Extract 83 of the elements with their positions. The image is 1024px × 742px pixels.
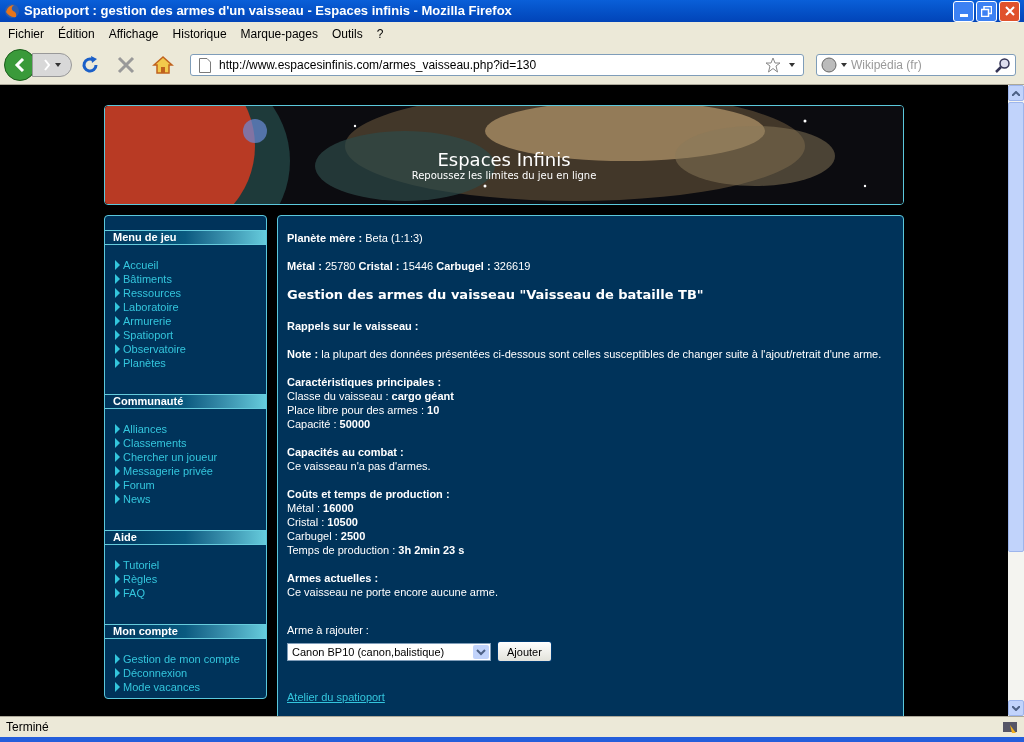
menu-link[interactable]: Chercher un joueur: [123, 450, 218, 464]
section-header: Mon compte: [105, 624, 266, 639]
home-icon[interactable]: [152, 55, 174, 75]
menu-link[interactable]: Règles: [123, 572, 158, 586]
status-text: Terminé: [6, 719, 50, 736]
menu-link[interactable]: Classements: [123, 436, 187, 450]
dropdown-icon: [55, 63, 61, 67]
menu-item[interactable]: Outils: [327, 25, 367, 43]
menu-item[interactable]: Marque-pages: [236, 25, 322, 43]
fox-globe-icon: [4, 3, 20, 19]
info-line: Classe du vaisseau : cargo géant: [287, 389, 455, 403]
menu-link[interactable]: Spatioport: [123, 328, 174, 342]
search-bar[interactable]: Wikipédia (fr): [816, 54, 1016, 76]
minimize-icon: [959, 13, 968, 17]
info-line: Métal : 16000: [287, 501, 355, 515]
site-tagline: Repoussez les limites du jeu en ligne: [411, 170, 597, 182]
info-line: Carbugel : 2500: [287, 529, 367, 543]
maximize-button[interactable]: [976, 0, 997, 22]
section-title: Caractéristiques principales :: [287, 375, 443, 389]
info-line: Temps de production : 3h 2min 23 s: [287, 543, 466, 557]
menu-link[interactable]: Messagerie privée: [123, 464, 213, 478]
menu-link[interactable]: Bâtiments: [123, 272, 172, 286]
address-bar[interactable]: http://www.espacesinfinis.com/armes_vaisseau.php?id=130: [190, 54, 804, 76]
info-line: Ce vaisseau n'a pas d'armes.: [287, 459, 432, 473]
menu-item[interactable]: Affichage: [104, 25, 163, 43]
field-label: Arme à rajouter :: [287, 623, 370, 637]
menu-link[interactable]: FAQ: [123, 586, 145, 600]
menu-link[interactable]: Alliances: [123, 422, 168, 436]
restore-icon: [981, 5, 992, 17]
menu-item[interactable]: Édition: [54, 25, 99, 43]
add-button[interactable]: Ajouter: [497, 641, 552, 662]
info-line: Cristal : 10500: [287, 515, 359, 529]
menu-link[interactable]: News: [123, 492, 151, 506]
scroll-up-button[interactable]: [1008, 85, 1024, 101]
section-header: Communauté: [105, 394, 266, 409]
menu-link[interactable]: Laboratoire: [123, 300, 179, 314]
weapon-dropdown[interactable]: Canon BP10 (canon,balistique): [287, 642, 491, 661]
menu-item[interactable]: ?: [372, 25, 388, 43]
menu-item[interactable]: Fichier: [4, 25, 48, 43]
info-line: Planète mère : Beta (1:1:3): [287, 231, 424, 245]
dropdown-icon: [841, 63, 847, 67]
menu-link[interactable]: Tutoriel: [123, 558, 160, 572]
menu-link[interactable]: Forum: [123, 478, 155, 492]
menu-link[interactable]: Armurerie: [123, 314, 172, 328]
menu-link[interactable]: Gestion de mon compte: [123, 652, 240, 666]
scroll-down-button[interactable]: [1008, 700, 1024, 716]
search-icon[interactable]: [995, 57, 1011, 73]
section-title: Armes actuelles :: [287, 571, 380, 585]
section-title: Coûts et temps de production :: [287, 487, 451, 501]
section-title: Rappels sur le vaisseau :: [287, 319, 420, 333]
workshop-link[interactable]: Atelier du spatioport: [287, 690, 385, 704]
window-title: Spatioport : gestion des armes d'un vaisseau - Espaces infinis - Mozilla Firefox: [24, 2, 513, 21]
star-icon[interactable]: [765, 57, 781, 73]
menu-link[interactable]: Observatoire: [123, 342, 186, 356]
page-heading: Gestion des armes du vaisseau "Vaisseau de bataille TB": [287, 287, 705, 303]
dropdown-icon[interactable]: [789, 63, 795, 67]
info-line: Ce vaisseau ne porte encore aucune arme.: [287, 585, 499, 599]
menu-link[interactable]: Déconnexion: [123, 666, 188, 680]
section-header: Menu de jeu: [105, 230, 266, 245]
info-line: Capacité : 50000: [287, 417, 372, 431]
menu-link[interactable]: Mode vacances: [123, 680, 201, 694]
globe-icon: [821, 57, 837, 73]
menu-item[interactable]: Historique: [168, 25, 231, 43]
menu-link[interactable]: Ressources: [123, 286, 182, 300]
scrollbar[interactable]: [1008, 85, 1024, 716]
section-header: Aide: [105, 530, 266, 545]
reload-icon[interactable]: [80, 55, 100, 75]
stop-icon[interactable]: [116, 55, 136, 75]
section-title: Capacités au combat :: [287, 445, 405, 459]
info-line: Métal : 25780 Cristal : 15446 Carbugel : 326619: [287, 259, 532, 273]
menu-link[interactable]: Planètes: [123, 356, 166, 370]
info-line: Note : la plupart des données présentées ci-dessous sont celles susceptibles de changer suite à l'ajout/retrait d'une arme.: [287, 347, 883, 361]
close-button[interactable]: [999, 0, 1020, 22]
info-line: Place libre pour des armes : 10: [287, 403, 441, 417]
menu-link[interactable]: Accueil: [123, 258, 159, 272]
minimize-button[interactable]: [953, 0, 974, 22]
site-title: Espaces Infinis: [437, 150, 571, 170]
search-field[interactable]: Wikipédia (fr): [851, 56, 991, 74]
scrollbar-thumb[interactable]: [1008, 102, 1024, 552]
url-text: http://www.espacesinfinis.com/armes_vaisseau.php?id=130: [219, 57, 538, 74]
addon-icon: [1002, 719, 1018, 735]
close-icon: [1004, 6, 1015, 16]
page-icon: [199, 57, 211, 73]
